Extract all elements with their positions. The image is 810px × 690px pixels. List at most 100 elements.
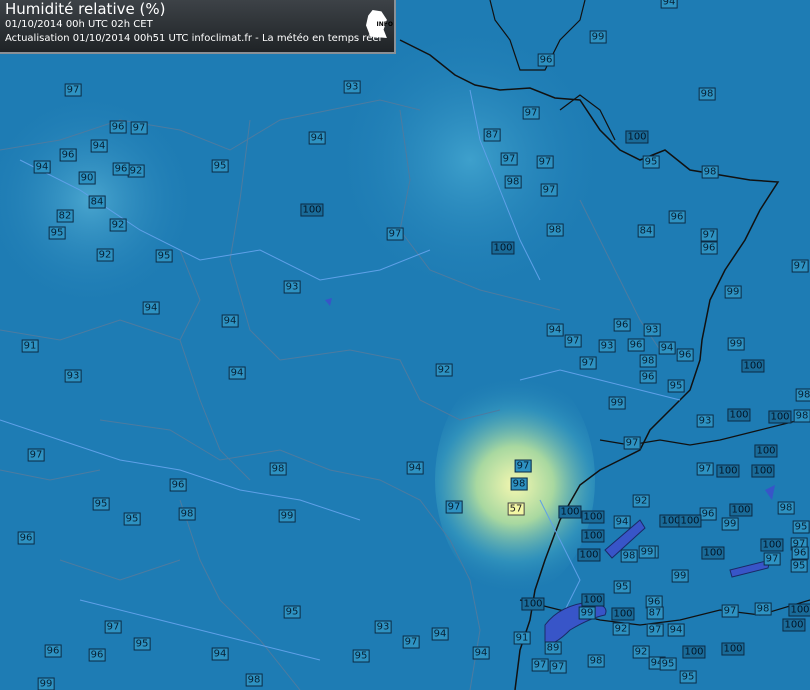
station-value: 84 [637,224,655,238]
station-value: 93 [64,369,82,383]
station-value: 97 [104,620,122,634]
station-value: 100 [729,503,753,517]
station-value: 100 [682,645,706,659]
station-value: 94 [221,314,239,328]
station-value: 100 [491,241,515,255]
station-value: 93 [598,339,616,353]
station-value: 95 [283,605,301,619]
station-value: 87 [646,606,664,620]
station-value: 97 [522,106,540,120]
station-value: 97 [386,227,404,241]
station-value: 95 [211,159,229,173]
station-value: 89 [544,641,562,655]
station-value: 97 [540,183,558,197]
station-value: 97 [27,448,45,462]
station-value: 95 [792,520,810,534]
station-value: 100 [611,607,635,621]
station-value: 100 [625,130,649,144]
station-value: 95 [679,670,697,684]
station-value: 100 [521,597,545,611]
station-value: 94 [211,647,229,661]
station-value: 100 [768,410,792,424]
station-value: 93 [374,620,392,634]
infoclimat-logo: INFO [376,21,393,28]
station-value: 99 [671,569,689,583]
station-value: 96 [59,148,77,162]
map-background [0,0,810,690]
station-value: 100 [727,408,751,422]
station-value: 98 [639,354,657,368]
update-line: Actualisation 01/10/2014 00h51 UTC infoc… [5,33,382,44]
station-value: 97 [402,635,420,649]
station-value: 99 [608,396,626,410]
station-value: 96 [44,644,62,658]
station-value: 92 [632,494,650,508]
station-value: 96 [791,546,809,560]
station-value: 94 [658,341,676,355]
station-value: 94 [228,366,246,380]
station-value: 98 [793,409,810,423]
station-value: 94 [308,131,326,145]
station-value: 98 [620,549,638,563]
station-value: 95 [155,249,173,263]
station-value: 100 [558,505,582,519]
station-value: 100 [754,444,778,458]
station-value: 98 [698,87,716,101]
station-value: 98 [178,507,196,521]
station-value: 97 [646,623,664,637]
station-value: 95 [123,512,141,526]
humidity-map: Humidité relative (%) 01/10/2014 00h UTC… [0,0,810,690]
station-value: 93 [696,414,714,428]
station-value: 93 [643,323,661,337]
station-value: 97 [579,356,597,370]
station-value: 99 [589,30,607,44]
station-value: 94 [660,0,678,9]
station-value: 96 [639,370,657,384]
station-value: 99 [727,337,745,351]
station-value: 92 [96,248,114,262]
station-value: 98 [795,388,810,402]
station-value: 91 [513,631,531,645]
station-value: 95 [48,226,66,240]
station-value: 95 [642,155,660,169]
station-value: 96 [700,241,718,255]
station-value: 100 [581,529,605,543]
station-value: 98 [546,223,564,237]
station-value: 99 [278,509,296,523]
station-value: 100 [741,359,765,373]
station-value: 96 [676,348,694,362]
station-value: 96 [88,648,106,662]
station-value: 87 [483,128,501,142]
station-value: 96 [699,507,717,521]
station-value: 100 [701,546,725,560]
station-value: 97 [531,658,549,672]
station-value: 94 [406,461,424,475]
station-value: 97 [549,660,567,674]
station-value: 94 [546,323,564,337]
station-value: 97 [564,334,582,348]
station-value: 100 [300,203,324,217]
station-value: 99 [638,545,656,559]
station-value: 100 [782,618,806,632]
station-value: 95 [613,580,631,594]
station-value: 96 [668,210,686,224]
station-value: 100 [581,510,605,524]
station-value: 94 [431,627,449,641]
station-value: 95 [352,649,370,663]
north-west-moisture-gradient [0,0,810,690]
station-value: 95 [667,379,685,393]
station-value: 92 [612,622,630,636]
station-value: 99 [37,677,55,690]
station-value: 94 [33,160,51,174]
station-value: 82 [56,209,74,223]
header-panel: Humidité relative (%) 01/10/2014 00h UTC… [0,0,396,54]
station-value: 97 [763,552,781,566]
station-value: 97 [721,604,739,618]
station-value: 98 [245,673,263,687]
station-value: 96 [109,120,127,134]
station-value: 100 [788,603,810,617]
station-value: 95 [92,497,110,511]
station-value: 97 [696,462,714,476]
station-value: 91 [21,339,39,353]
station-value: 96 [112,162,130,176]
